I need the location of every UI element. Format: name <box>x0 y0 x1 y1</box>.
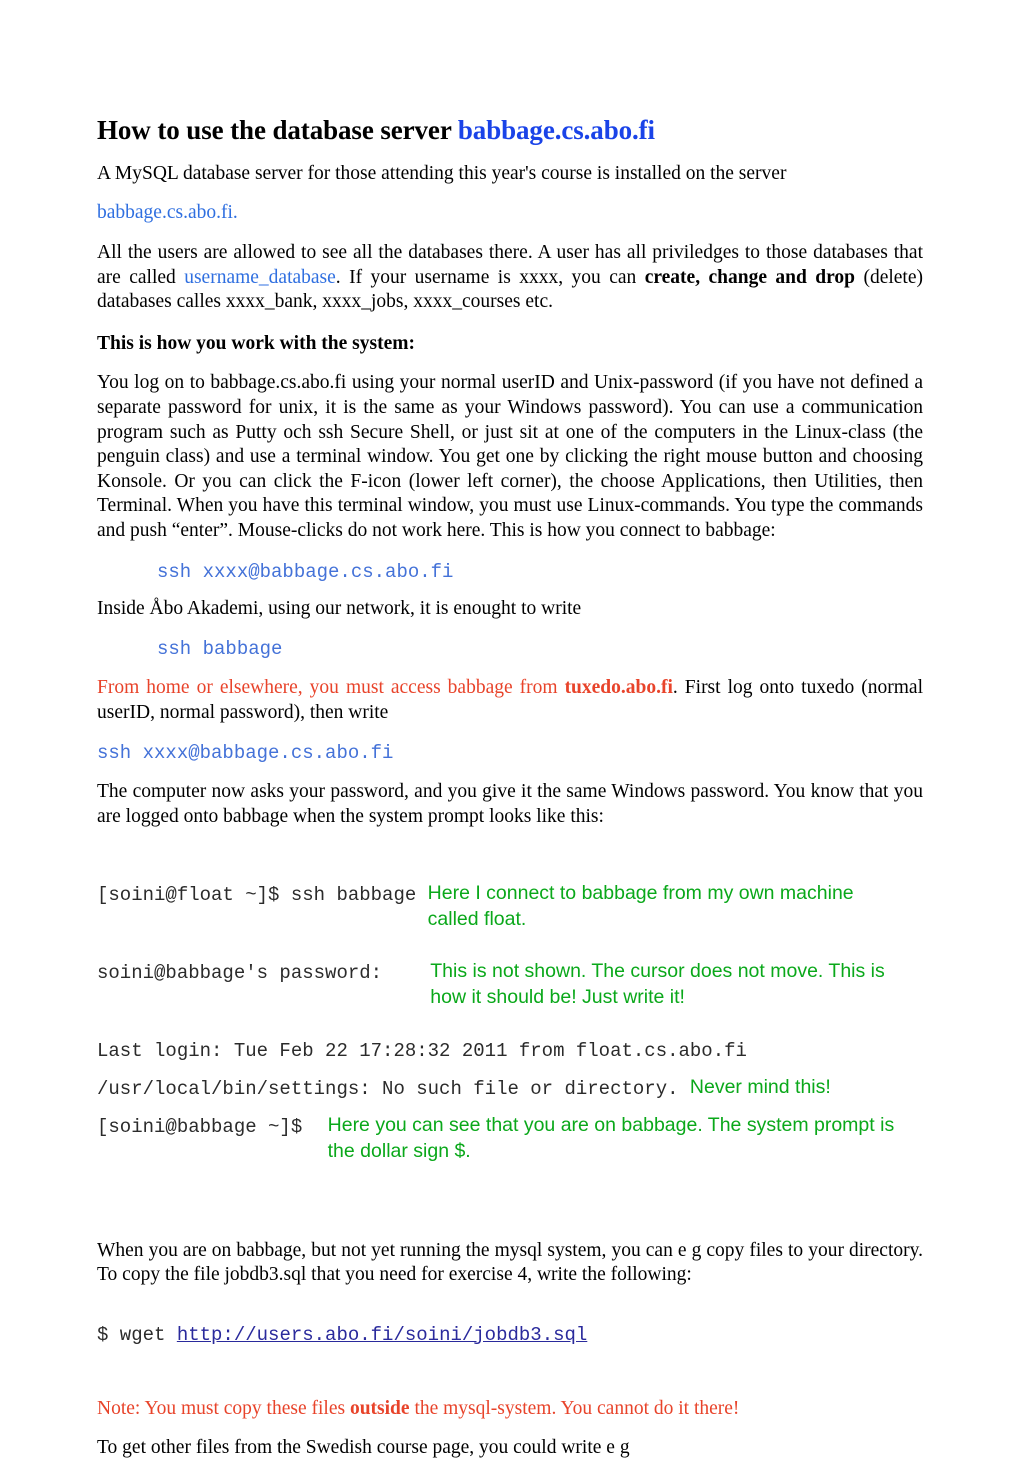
code-ssh-short: ssh babbage <box>157 638 283 661</box>
intro-text: A MySQL database server for those attend… <box>97 162 787 184</box>
annotation-password: This is not shown. The cursor does not m… <box>430 959 885 1008</box>
page-title: How to use the database server babbage.c… <box>97 0 923 147</box>
tuxedo-hostname: tuxedo.abo.fi <box>564 677 673 699</box>
intro-hostname-link[interactable]: babbage.cs.abo.fi. <box>97 202 238 223</box>
intro-paragraph: A MySQL database server for those attend… <box>97 162 923 187</box>
annotation-connect: Here I connect to babbage from my own ma… <box>427 881 854 930</box>
terminal-output-settings: /usr/local/bin/settings: No such file or… <box>97 1077 690 1100</box>
terminal-prompt-babbage: [soini@babbage ~]$ <box>97 1115 314 1138</box>
inside-network-paragraph: Inside Åbo Akademi, using our network, i… <box>97 597 582 619</box>
terminal-command-1: [soini@float ~]$ ssh babbage <box>97 883 428 906</box>
from-home-paragraph: From home or elsewhere, you must access … <box>97 676 923 725</box>
wget-command-line: $ wget http://users.abo.fi/soini/jobdb3.… <box>97 1322 923 1348</box>
code-ssh-full: ssh xxxx@babbage.cs.abo.fi <box>157 560 454 583</box>
code-ssh-full-2: ssh xxxx@babbage.cs.abo.fi <box>97 742 394 765</box>
terminal-line-ssh: [soini@float ~]$ ssh babbage Here I conn… <box>97 880 923 932</box>
terminal-line-settings: /usr/local/bin/settings: No such file or… <box>97 1074 923 1104</box>
document-body: How to use the database server babbage.c… <box>97 0 923 1461</box>
note-text-2: the mysql-system. You cannot do it there… <box>409 1397 740 1419</box>
page-title-text: How to use the database server <box>97 115 458 145</box>
terminal-output-lastlogin: Last login: Tue Feb 22 17:28:32 2011 fro… <box>97 1039 747 1062</box>
terminal-transcript: [soini@float ~]$ ssh babbage Here I conn… <box>97 880 923 1164</box>
privileges-emphasis: create, change and drop <box>644 266 856 288</box>
howto-heading: This is how you work with the system: <box>97 332 415 354</box>
logon-paragraph: You log on to babbage.cs.abo.fi using yo… <box>97 372 923 541</box>
swedish-course-line: To get other files from the Swedish cour… <box>97 1437 630 1459</box>
wget-prefix: $ wget <box>97 1323 177 1346</box>
jobdb3-sql-link[interactable]: http://users.abo.fi/soini/jobdb3.sql <box>177 1324 587 1346</box>
terminal-line-password: soini@babbage's password: This is not sh… <box>97 958 923 1010</box>
terminal-line-lastlogin: Last login: Tue Feb 22 17:28:32 2011 fro… <box>97 1036 923 1066</box>
page-title-hostname: babbage.cs.abo.fi <box>457 115 655 145</box>
document-page: How to use the database server babbage.c… <box>0 0 1020 1458</box>
privileges-text-2: . If your username is xxxx, you can <box>335 266 645 288</box>
password-paragraph: The computer now asks your password, and… <box>97 781 923 827</box>
terminal-command-2: soini@babbage's password: <box>97 961 417 984</box>
from-home-text-1: From home or elsewhere, you must access … <box>97 677 565 699</box>
privileges-paragraph: All the users are allowed to see all the… <box>97 241 923 315</box>
note-outside-mysql: Note: You must copy these files outside … <box>97 1397 923 1422</box>
note-emphasis: outside <box>349 1397 410 1419</box>
copy-files-paragraph: When you are on babbage, but not yet run… <box>97 1239 923 1286</box>
terminal-line-prompt: [soini@babbage ~]$ Here you can see that… <box>97 1112 923 1164</box>
intro-hostname-line: babbage.cs.abo.fi. <box>97 201 923 226</box>
note-text-1: Note: You must copy these files <box>97 1397 350 1419</box>
annotation-prompt: Here you can see that you are on babbage… <box>327 1113 895 1162</box>
annotation-never-mind: Never mind this! <box>689 1075 831 1098</box>
username-database-link[interactable]: username_database <box>184 267 336 288</box>
